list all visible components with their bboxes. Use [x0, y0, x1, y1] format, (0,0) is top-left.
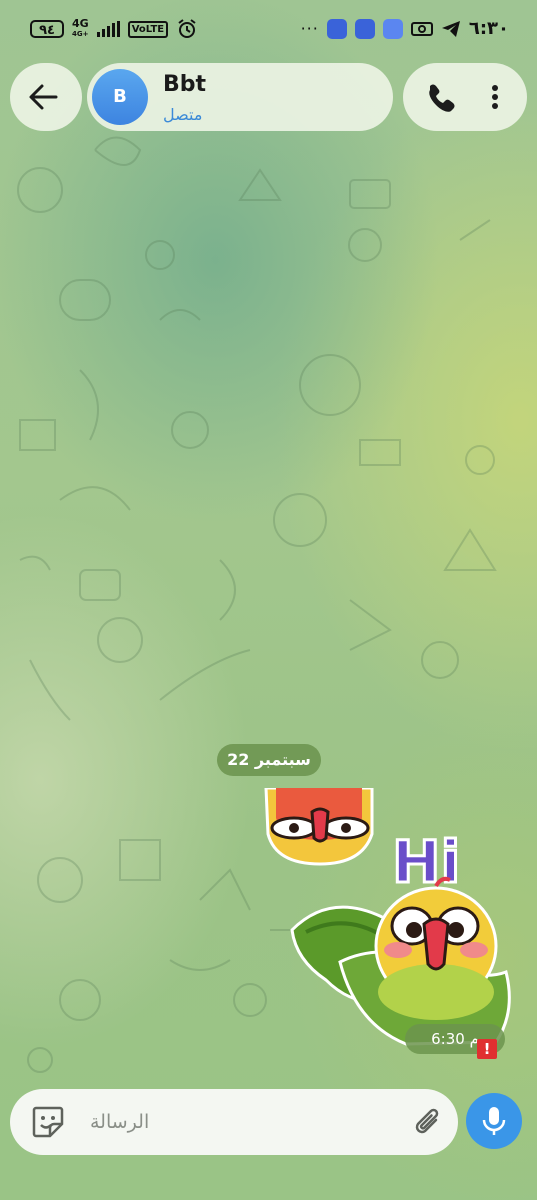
date-separator: 22 سبتمبر [217, 744, 321, 776]
telegram-notification-icon [441, 20, 460, 37]
sticker-button[interactable] [28, 1102, 68, 1142]
sticker-icon [32, 1106, 64, 1138]
signal-icon [96, 21, 120, 37]
clock: ٦:٣٠ [468, 18, 509, 39]
more-options-button[interactable] [473, 75, 517, 119]
hi-parrot-sticker-message[interactable]: Hi [286, 822, 514, 1054]
voice-message-button[interactable] [466, 1093, 522, 1149]
app-notification-icon [354, 18, 375, 39]
chat-header[interactable]: B Bbt متصل [87, 63, 393, 131]
call-button[interactable] [417, 75, 461, 119]
volte-badge: VoLTE [127, 20, 169, 38]
gallery-notification-icon [382, 18, 403, 39]
online-status: متصل [163, 105, 203, 124]
paperclip-icon [415, 1108, 439, 1134]
battery-indicator: ٩٤ [30, 20, 64, 38]
microphone-icon [482, 1107, 506, 1135]
status-bar: ٩٤ 4G 4G+ VoLTE ··· ٦:٣٠ [0, 0, 537, 62]
message-composer: الرسالة [10, 1089, 458, 1155]
back-button[interactable] [10, 63, 82, 131]
message-input[interactable]: الرسالة [90, 1089, 390, 1155]
sticker-hi-text: Hi [392, 828, 460, 896]
avatar[interactable]: B [92, 69, 148, 125]
more-notifications-indicator: ··· [300, 19, 319, 38]
alarm-icon [178, 19, 196, 38]
network-type: 4G [72, 17, 89, 30]
arrow-left-icon [29, 84, 58, 110]
attach-button[interactable] [408, 1102, 448, 1142]
header-actions [403, 63, 527, 131]
network-subtype: 4G+ [72, 30, 89, 38]
money-notification-icon [410, 21, 433, 36]
phone-icon [429, 84, 455, 112]
more-vertical-icon [492, 85, 498, 109]
send-error-icon[interactable]: ! [477, 1039, 497, 1059]
app-notification-icon [326, 18, 347, 39]
chat-title: Bbt [163, 72, 207, 97]
